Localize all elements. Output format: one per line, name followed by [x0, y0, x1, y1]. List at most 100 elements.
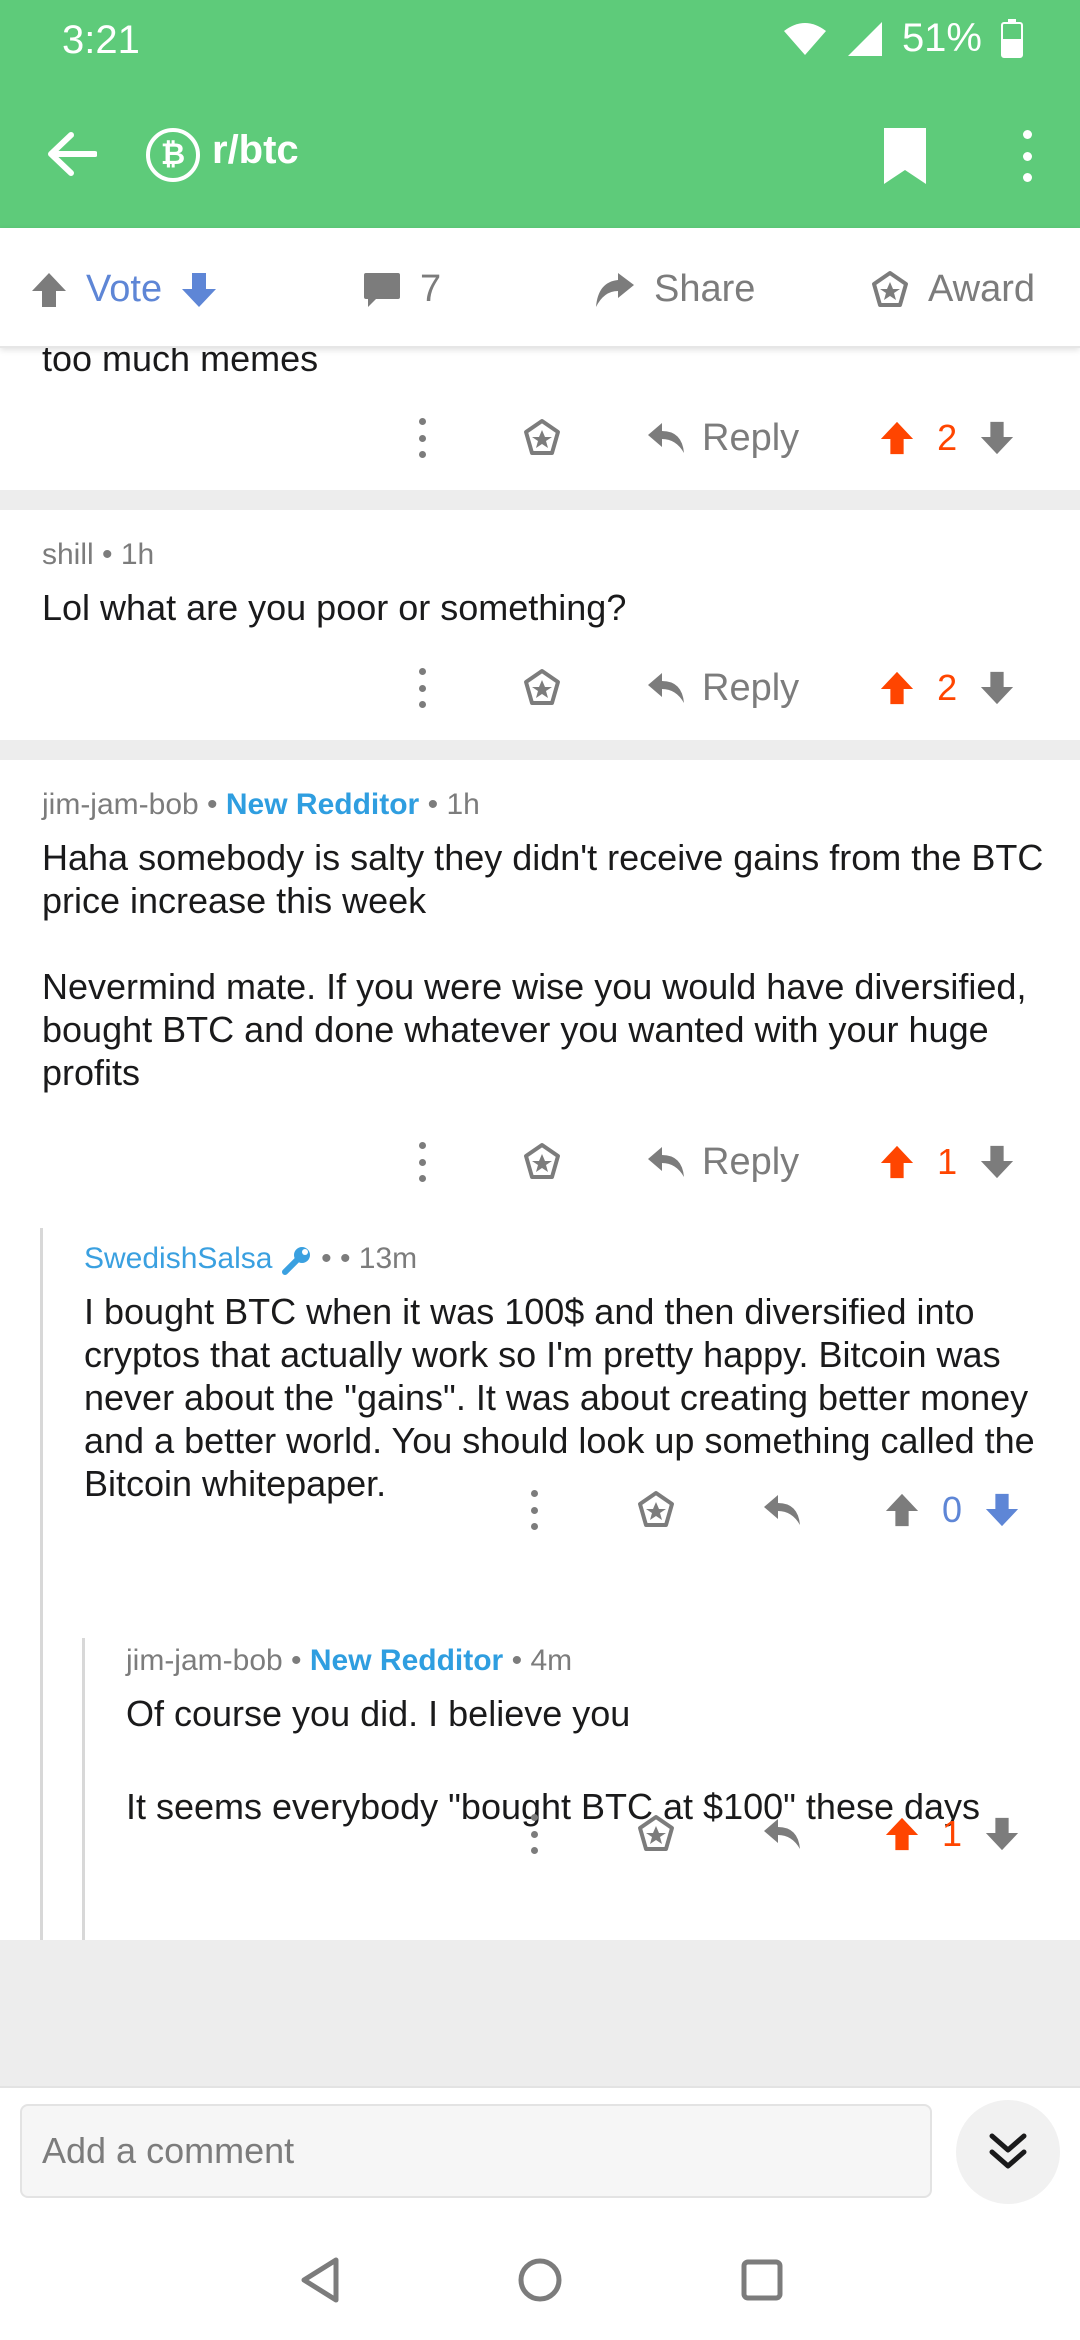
comment-bubble-icon — [364, 272, 400, 307]
comment-time: 1h — [120, 538, 155, 571]
upvote-arrow-icon[interactable] — [30, 271, 68, 309]
double-chevron-down-icon — [989, 2133, 1027, 2169]
nav-recents-button[interactable] — [732, 2250, 792, 2310]
comments-count-button[interactable]: 7 — [362, 268, 441, 311]
comment-body: I bought BTC when it was 100$ and then d… — [84, 1290, 1056, 1505]
system-nav-bar — [0, 2216, 1080, 2340]
comment-more-button[interactable] — [524, 1490, 544, 1530]
award-icon[interactable] — [522, 418, 562, 458]
comment-score: 2 — [937, 667, 958, 708]
comment-author[interactable]: SwedishSalsa — [84, 1242, 272, 1275]
award-icon[interactable] — [636, 1814, 676, 1854]
upvote-arrow-icon[interactable] — [879, 670, 915, 706]
comment-time: 13m — [358, 1242, 418, 1275]
user-flair: New Redditor — [309, 1644, 504, 1677]
reply-arrow-icon — [648, 673, 684, 703]
comment-author[interactable]: jim-jam-bob — [42, 788, 199, 821]
comment-separator — [0, 490, 1080, 510]
bookmark-button[interactable] — [880, 126, 930, 186]
comment-time: 1h — [446, 788, 480, 821]
overflow-menu-button[interactable] — [1012, 124, 1042, 188]
reply-label: Reply — [702, 666, 800, 709]
comment-paragraph: Haha somebody is salty they didn't recei… — [42, 837, 1044, 921]
share-button[interactable]: Share — [594, 268, 755, 311]
upvote-arrow-icon[interactable] — [879, 1144, 915, 1180]
comment-count: 7 — [420, 268, 442, 310]
award-icon — [872, 270, 908, 307]
app-bar: ₿ r/btc — [0, 100, 1080, 210]
next-comment-button[interactable] — [956, 2100, 1060, 2204]
comment-paragraph: Of course you did. I believe you — [126, 1693, 631, 1734]
comment-actions: 0 — [524, 1480, 1020, 1540]
reply-label: Reply — [702, 1140, 800, 1183]
add-comment-input[interactable]: Add a comment — [20, 2104, 932, 2198]
list-end-spacer — [0, 1940, 1080, 2086]
award-icon[interactable] — [522, 668, 562, 708]
back-button[interactable] — [40, 122, 104, 186]
comment-separator — [0, 740, 1080, 760]
vote-label: Vote — [86, 268, 163, 310]
downvote-arrow-icon[interactable] — [979, 420, 1015, 456]
comment-more-button[interactable] — [412, 418, 432, 458]
comment-meta: jim-jam-bob • New Redditor • 1h — [42, 788, 480, 821]
reply-arrow-icon — [648, 423, 684, 453]
nav-home-button[interactable] — [510, 2250, 570, 2310]
award-button[interactable]: Award — [870, 268, 1035, 311]
reply-button[interactable]: Reply — [646, 417, 799, 460]
comment-score: 2 — [937, 417, 958, 458]
comment-meta: jim-jam-bob • New Redditor • 4m — [126, 1644, 573, 1677]
upvote-arrow-icon[interactable] — [884, 1816, 920, 1852]
comment-actions: Reply 2 — [412, 658, 1015, 718]
comment-score: 1 — [937, 1141, 958, 1182]
reply-arrow-icon[interactable] — [762, 1493, 802, 1527]
upvote-arrow-icon[interactable] — [884, 1492, 920, 1528]
downvote-arrow-icon[interactable] — [984, 1816, 1020, 1852]
comment-more-button[interactable] — [524, 1814, 544, 1854]
comment-author[interactable]: jim-jam-bob — [126, 1644, 283, 1677]
downvote-arrow-icon[interactable] — [984, 1492, 1020, 1528]
comment-actions: 1 — [524, 1804, 1020, 1864]
downvote-arrow-icon[interactable] — [979, 670, 1015, 706]
comment-score: 0 — [942, 1489, 963, 1530]
comment-more-button[interactable] — [412, 668, 432, 708]
comment-actions: Reply 1 — [412, 1132, 1015, 1192]
reply-button[interactable]: Reply — [646, 667, 799, 710]
status-time: 3:21 — [62, 18, 140, 62]
comment-author[interactable]: shill — [42, 538, 94, 571]
downvote-arrow-icon[interactable] — [979, 1144, 1015, 1180]
award-icon[interactable] — [636, 1490, 676, 1530]
reply-button[interactable]: Reply — [646, 1141, 799, 1184]
square-recents-icon — [741, 2259, 783, 2301]
comment-paragraph: Lol what are you poor or something? — [42, 587, 627, 628]
comment-composer: Add a comment — [0, 2086, 1080, 2216]
share-label: Share — [654, 268, 756, 310]
cell-signal-icon — [847, 21, 882, 56]
comment-actions: Reply 2 — [412, 408, 1015, 468]
battery-percent: 51% — [901, 16, 982, 60]
comment-score: 1 — [942, 1813, 963, 1854]
bookmark-icon — [884, 128, 926, 184]
nav-back-button[interactable] — [290, 2250, 350, 2310]
wrench-icon — [281, 1247, 310, 1276]
share-arrow-icon — [596, 272, 634, 307]
comment-more-button[interactable] — [412, 1142, 432, 1182]
subreddit-icon[interactable]: ₿ — [146, 128, 200, 182]
more-dot-icon — [1022, 173, 1032, 182]
status-bar: 3:21 51% — [0, 0, 1080, 80]
downvote-arrow-icon[interactable] — [180, 271, 218, 309]
wifi-icon — [783, 22, 826, 55]
status-icons: 51% — [782, 16, 1024, 61]
award-label: Award — [928, 268, 1036, 310]
comment-meta: SwedishSalsa • • 13m — [84, 1242, 418, 1276]
award-icon[interactable] — [522, 1142, 562, 1182]
reply-arrow-icon — [648, 1147, 684, 1177]
comment-paragraph: I bought BTC when it was 100$ and then d… — [84, 1291, 1035, 1504]
vote-control: Vote — [30, 268, 218, 311]
battery-icon — [1001, 18, 1023, 58]
reply-arrow-icon[interactable] — [762, 1817, 802, 1851]
comment-body: Lol what are you poor or something? — [42, 586, 1042, 629]
upvote-arrow-icon[interactable] — [879, 420, 915, 456]
comment-time: 4m — [530, 1644, 573, 1677]
more-dot-icon — [1022, 151, 1032, 161]
subreddit-name[interactable]: r/btc — [212, 128, 299, 173]
